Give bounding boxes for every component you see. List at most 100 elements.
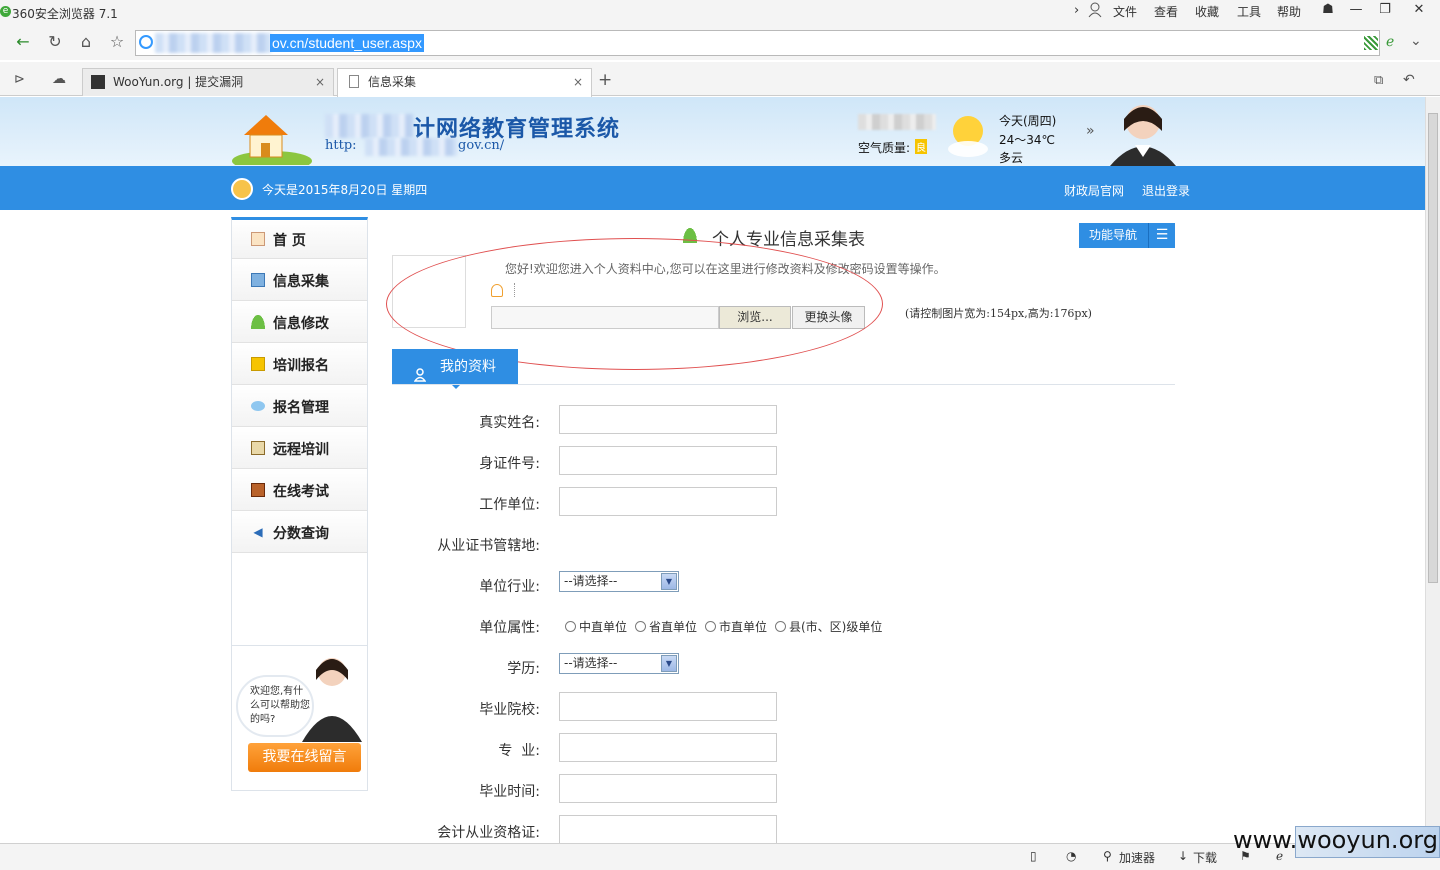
page-scrollbar[interactable] bbox=[1425, 97, 1440, 843]
menu-help[interactable]: 帮助 bbox=[1277, 3, 1301, 20]
tab-my-info[interactable]: 我的资料 bbox=[392, 349, 518, 385]
air-quality-badge: 良 bbox=[915, 139, 927, 154]
url-text[interactable]: ov.cn/student_user.aspx bbox=[270, 34, 424, 52]
browser-logo-icon: e bbox=[0, 6, 11, 17]
radio-provincial-unit[interactable]: 省直单位 bbox=[635, 618, 697, 635]
radio-city-unit[interactable]: 市直单位 bbox=[705, 618, 767, 635]
minimize-icon[interactable]: — bbox=[1345, 2, 1367, 20]
site-url-suffix: gov.cn/ bbox=[458, 138, 505, 153]
speaker-icon: ◀ bbox=[253, 525, 263, 539]
sidebar-item-training-signup[interactable]: 培训报名 bbox=[232, 343, 367, 385]
exam-icon bbox=[251, 483, 265, 497]
label-cert-location: 从业证书管辖地: bbox=[437, 538, 540, 554]
home-nav-icon[interactable]: ⌂ bbox=[75, 31, 97, 53]
weather-temp: 24～34℃ bbox=[999, 133, 1056, 147]
sidebar-item-info-collect[interactable]: 信息采集 bbox=[232, 259, 367, 301]
finance-bureau-link[interactable]: 财政局官网 bbox=[1064, 182, 1124, 199]
radio-circle bbox=[635, 621, 646, 632]
id-number-field[interactable] bbox=[559, 446, 777, 475]
undo-close-icon[interactable]: ↶ bbox=[1403, 72, 1415, 88]
menu-view[interactable]: 查看 bbox=[1154, 3, 1178, 20]
city-redacted bbox=[858, 114, 936, 130]
maximize-icon[interactable]: ❐ bbox=[1374, 2, 1396, 20]
grad-time-field[interactable] bbox=[559, 774, 777, 803]
browser-title-bar: e 360安全浏览器 7.1 › 文件 查看 收藏 工具 帮助 ☗ — ❐ ✕ bbox=[0, 0, 1440, 24]
sidebar-item-info-edit[interactable]: 信息修改 bbox=[232, 301, 367, 343]
radio-county-unit[interactable]: 县(市、区)级单位 bbox=[775, 618, 882, 635]
real-name-field[interactable] bbox=[559, 405, 777, 434]
label-qualification: 会计从业资格证: bbox=[437, 825, 540, 841]
radio-circle bbox=[705, 621, 716, 632]
radio-label: 省直单位 bbox=[649, 620, 698, 634]
sidebar-item-label: 培训报名 bbox=[273, 358, 329, 374]
site-name-redacted bbox=[325, 114, 413, 138]
radio-label: 县(市、区)级单位 bbox=[789, 620, 883, 634]
home-icon bbox=[251, 232, 265, 246]
download-label[interactable]: 下载 bbox=[1193, 849, 1217, 866]
label-industry: 单位行业: bbox=[479, 579, 540, 595]
industry-select[interactable]: --请选择-- ▼ bbox=[559, 571, 679, 592]
cloud-icon[interactable]: ☁ bbox=[52, 71, 66, 87]
tab-my-info-label: 我的资料 bbox=[440, 359, 496, 375]
sidebar-item-remote-training[interactable]: 远程培训 bbox=[232, 427, 367, 469]
site-url-prefix: http: bbox=[325, 138, 357, 153]
tab-wooyun[interactable]: WooYun.org | 提交漏洞 × bbox=[82, 68, 334, 96]
sidebar-item-signup-manage[interactable]: 报名管理 bbox=[232, 385, 367, 427]
weather-desc: 多云 bbox=[999, 151, 1024, 165]
speed-icon[interactable]: ◔ bbox=[1066, 849, 1076, 863]
qr-code-icon[interactable] bbox=[1364, 36, 1378, 50]
sidebar-item-score-query[interactable]: ◀ 分数查询 bbox=[232, 511, 367, 553]
training-signup-icon bbox=[251, 357, 265, 371]
tab-list-icon[interactable]: ⧉ bbox=[1374, 73, 1383, 88]
accelerator-icon[interactable]: ⚲ bbox=[1103, 849, 1112, 863]
major-field[interactable] bbox=[559, 733, 777, 762]
label-education: 学历: bbox=[507, 661, 540, 677]
star-icon[interactable]: ☆ bbox=[106, 31, 128, 53]
air-quality-label: 空气质量: bbox=[858, 141, 911, 155]
tab-underline bbox=[392, 384, 1175, 385]
menu-file[interactable]: 文件 bbox=[1113, 3, 1137, 20]
accelerator-label[interactable]: 加速器 bbox=[1119, 849, 1155, 866]
qualification-field[interactable] bbox=[559, 815, 777, 843]
radio-central-unit[interactable]: 中直单位 bbox=[565, 618, 627, 635]
school-field[interactable] bbox=[559, 692, 777, 721]
skin-icon[interactable]: ☗ bbox=[1317, 2, 1339, 20]
close-tab-icon[interactable]: × bbox=[315, 69, 325, 95]
function-nav-button[interactable]: 功能导航 ☰ bbox=[1079, 223, 1175, 248]
scrollbar-thumb[interactable] bbox=[1428, 113, 1438, 583]
account-icon[interactable] bbox=[1088, 2, 1102, 18]
mobile-icon[interactable]: ▯ bbox=[1030, 849, 1037, 863]
ie-mode-icon[interactable]: ℯ bbox=[1386, 34, 1394, 50]
page-favicon-icon bbox=[349, 75, 359, 88]
chevron-down-icon: ▼ bbox=[661, 573, 677, 590]
download-icon[interactable]: ↓ bbox=[1178, 849, 1188, 863]
tab-label: 信息采集 bbox=[368, 75, 417, 89]
education-select-value: --请选择-- bbox=[564, 656, 618, 670]
close-tab-icon[interactable]: × bbox=[573, 69, 583, 95]
house-logo-icon bbox=[232, 115, 312, 165]
education-select[interactable]: --请选择-- ▼ bbox=[559, 653, 679, 674]
menu-tools[interactable]: 工具 bbox=[1237, 3, 1261, 20]
sidebar-item-home[interactable]: 首 页 bbox=[232, 220, 367, 259]
url-redacted bbox=[155, 33, 271, 53]
close-icon[interactable]: ✕ bbox=[1408, 2, 1430, 20]
sidebar-item-label: 分数查询 bbox=[273, 526, 329, 542]
back-icon[interactable]: ← bbox=[12, 31, 34, 53]
sidebar-item-label: 远程培训 bbox=[273, 442, 329, 458]
logout-link[interactable]: 退出登录 bbox=[1142, 182, 1190, 199]
weather-more-icon[interactable]: » bbox=[1086, 123, 1095, 139]
chevron-down-icon[interactable]: ⌄ bbox=[1410, 33, 1422, 49]
online-message-button[interactable]: 我要在线留言 bbox=[248, 743, 361, 772]
menu-favorites[interactable]: 收藏 bbox=[1195, 3, 1219, 20]
user-icon[interactable]: › bbox=[1074, 3, 1079, 18]
tab-label: WooYun.org | 提交漏洞 bbox=[113, 75, 244, 89]
work-unit-field[interactable] bbox=[559, 487, 777, 516]
radio-label: 市直单位 bbox=[719, 620, 768, 634]
customer-service-bubble: 欢迎您,有什么可以帮助您的吗? bbox=[236, 675, 314, 737]
new-tab-icon[interactable]: + bbox=[598, 70, 612, 90]
sidebar-toggle-icon[interactable]: ⊳ bbox=[14, 72, 25, 87]
info-collect-icon bbox=[251, 273, 265, 287]
tab-info-collect[interactable]: 信息采集 × bbox=[337, 68, 592, 97]
refresh-icon[interactable]: ↻ bbox=[44, 31, 66, 53]
sidebar-item-online-exam[interactable]: 在线考试 bbox=[232, 469, 367, 511]
